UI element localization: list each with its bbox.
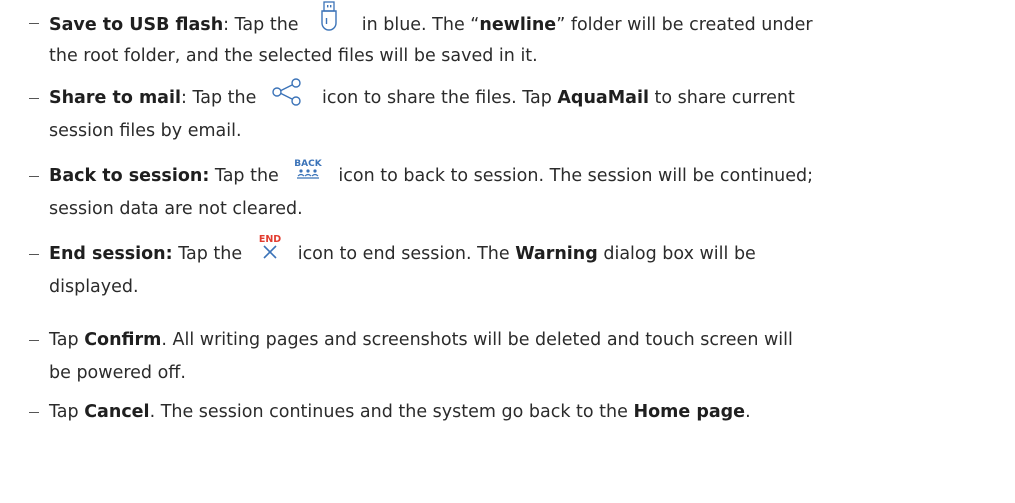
bullet-dash xyxy=(29,98,39,100)
usb-flash-icon xyxy=(312,0,346,33)
item-line-2: be powered off. xyxy=(49,363,186,383)
item-line-1: Back to session: Tap the BACK icon to ba… xyxy=(49,159,814,191)
item-bold: Confirm xyxy=(84,330,162,350)
item-text: ” folder will be created under xyxy=(556,15,813,35)
end-session-icon: END xyxy=(256,233,284,261)
item-bold: Warning xyxy=(515,244,598,264)
item-text: Tap the xyxy=(186,88,257,108)
share-icon xyxy=(270,78,304,106)
item-text: Tap the xyxy=(209,166,279,186)
bullet-dash xyxy=(29,412,39,414)
item-lead: Back to session: xyxy=(49,166,210,186)
item-text: in blue. The “ xyxy=(356,15,480,35)
document-page: Save to USB flash: Tap the in blue. The … xyxy=(0,0,1015,503)
item-bold: Home page xyxy=(633,402,746,422)
item-line-1: End session: Tap the END icon to end ses… xyxy=(49,234,756,269)
bullet-dash xyxy=(29,340,39,342)
item-line-2: session data are not cleared. xyxy=(49,199,303,219)
item-line-2: session files by email. xyxy=(49,121,242,141)
item-text: icon to share the files. Tap xyxy=(321,88,558,108)
item-lead: End session: xyxy=(49,244,173,264)
item-text: . xyxy=(745,402,751,422)
end-icon-label: END xyxy=(259,234,281,245)
item-text: dialog box will be xyxy=(597,244,756,264)
item-text: icon to end session. The xyxy=(297,244,516,264)
item-line-1: Save to USB flash: Tap the in blue. The … xyxy=(49,1,813,38)
bullet-dash xyxy=(29,23,39,25)
item-text: Tap xyxy=(49,402,85,422)
item-line-1: Share to mail: Tap the icon to share the… xyxy=(49,78,795,113)
item-line-2: displayed. xyxy=(49,277,139,297)
bullet-dash xyxy=(29,176,39,178)
back-session-icon: BACK xyxy=(292,157,324,183)
back-icon-label: BACK xyxy=(295,159,323,169)
item-text: Tap xyxy=(49,330,85,350)
item-bold: AquaMail xyxy=(557,88,649,108)
item-lead: Share to mail xyxy=(49,88,181,108)
item-text: to share current xyxy=(648,88,795,108)
item-text: . The session continues and the system g… xyxy=(149,402,634,422)
item-text: Tap the xyxy=(229,15,299,35)
item-lead: Save to USB flash xyxy=(49,15,224,35)
item-text: icon to back to session. The session wil… xyxy=(338,166,814,186)
item-line-1: Tap Confirm. All writing pages and scree… xyxy=(49,325,793,355)
item-bold: newline xyxy=(479,15,557,35)
item-line-2: the root folder, and the selected files … xyxy=(49,46,538,66)
item-line-1: Tap Cancel. The session continues and th… xyxy=(49,397,751,427)
bullet-dash xyxy=(29,254,39,256)
item-text: . All writing pages and screenshots will… xyxy=(161,330,793,350)
item-text: Tap the xyxy=(172,244,243,264)
item-bold: Cancel xyxy=(84,402,150,422)
